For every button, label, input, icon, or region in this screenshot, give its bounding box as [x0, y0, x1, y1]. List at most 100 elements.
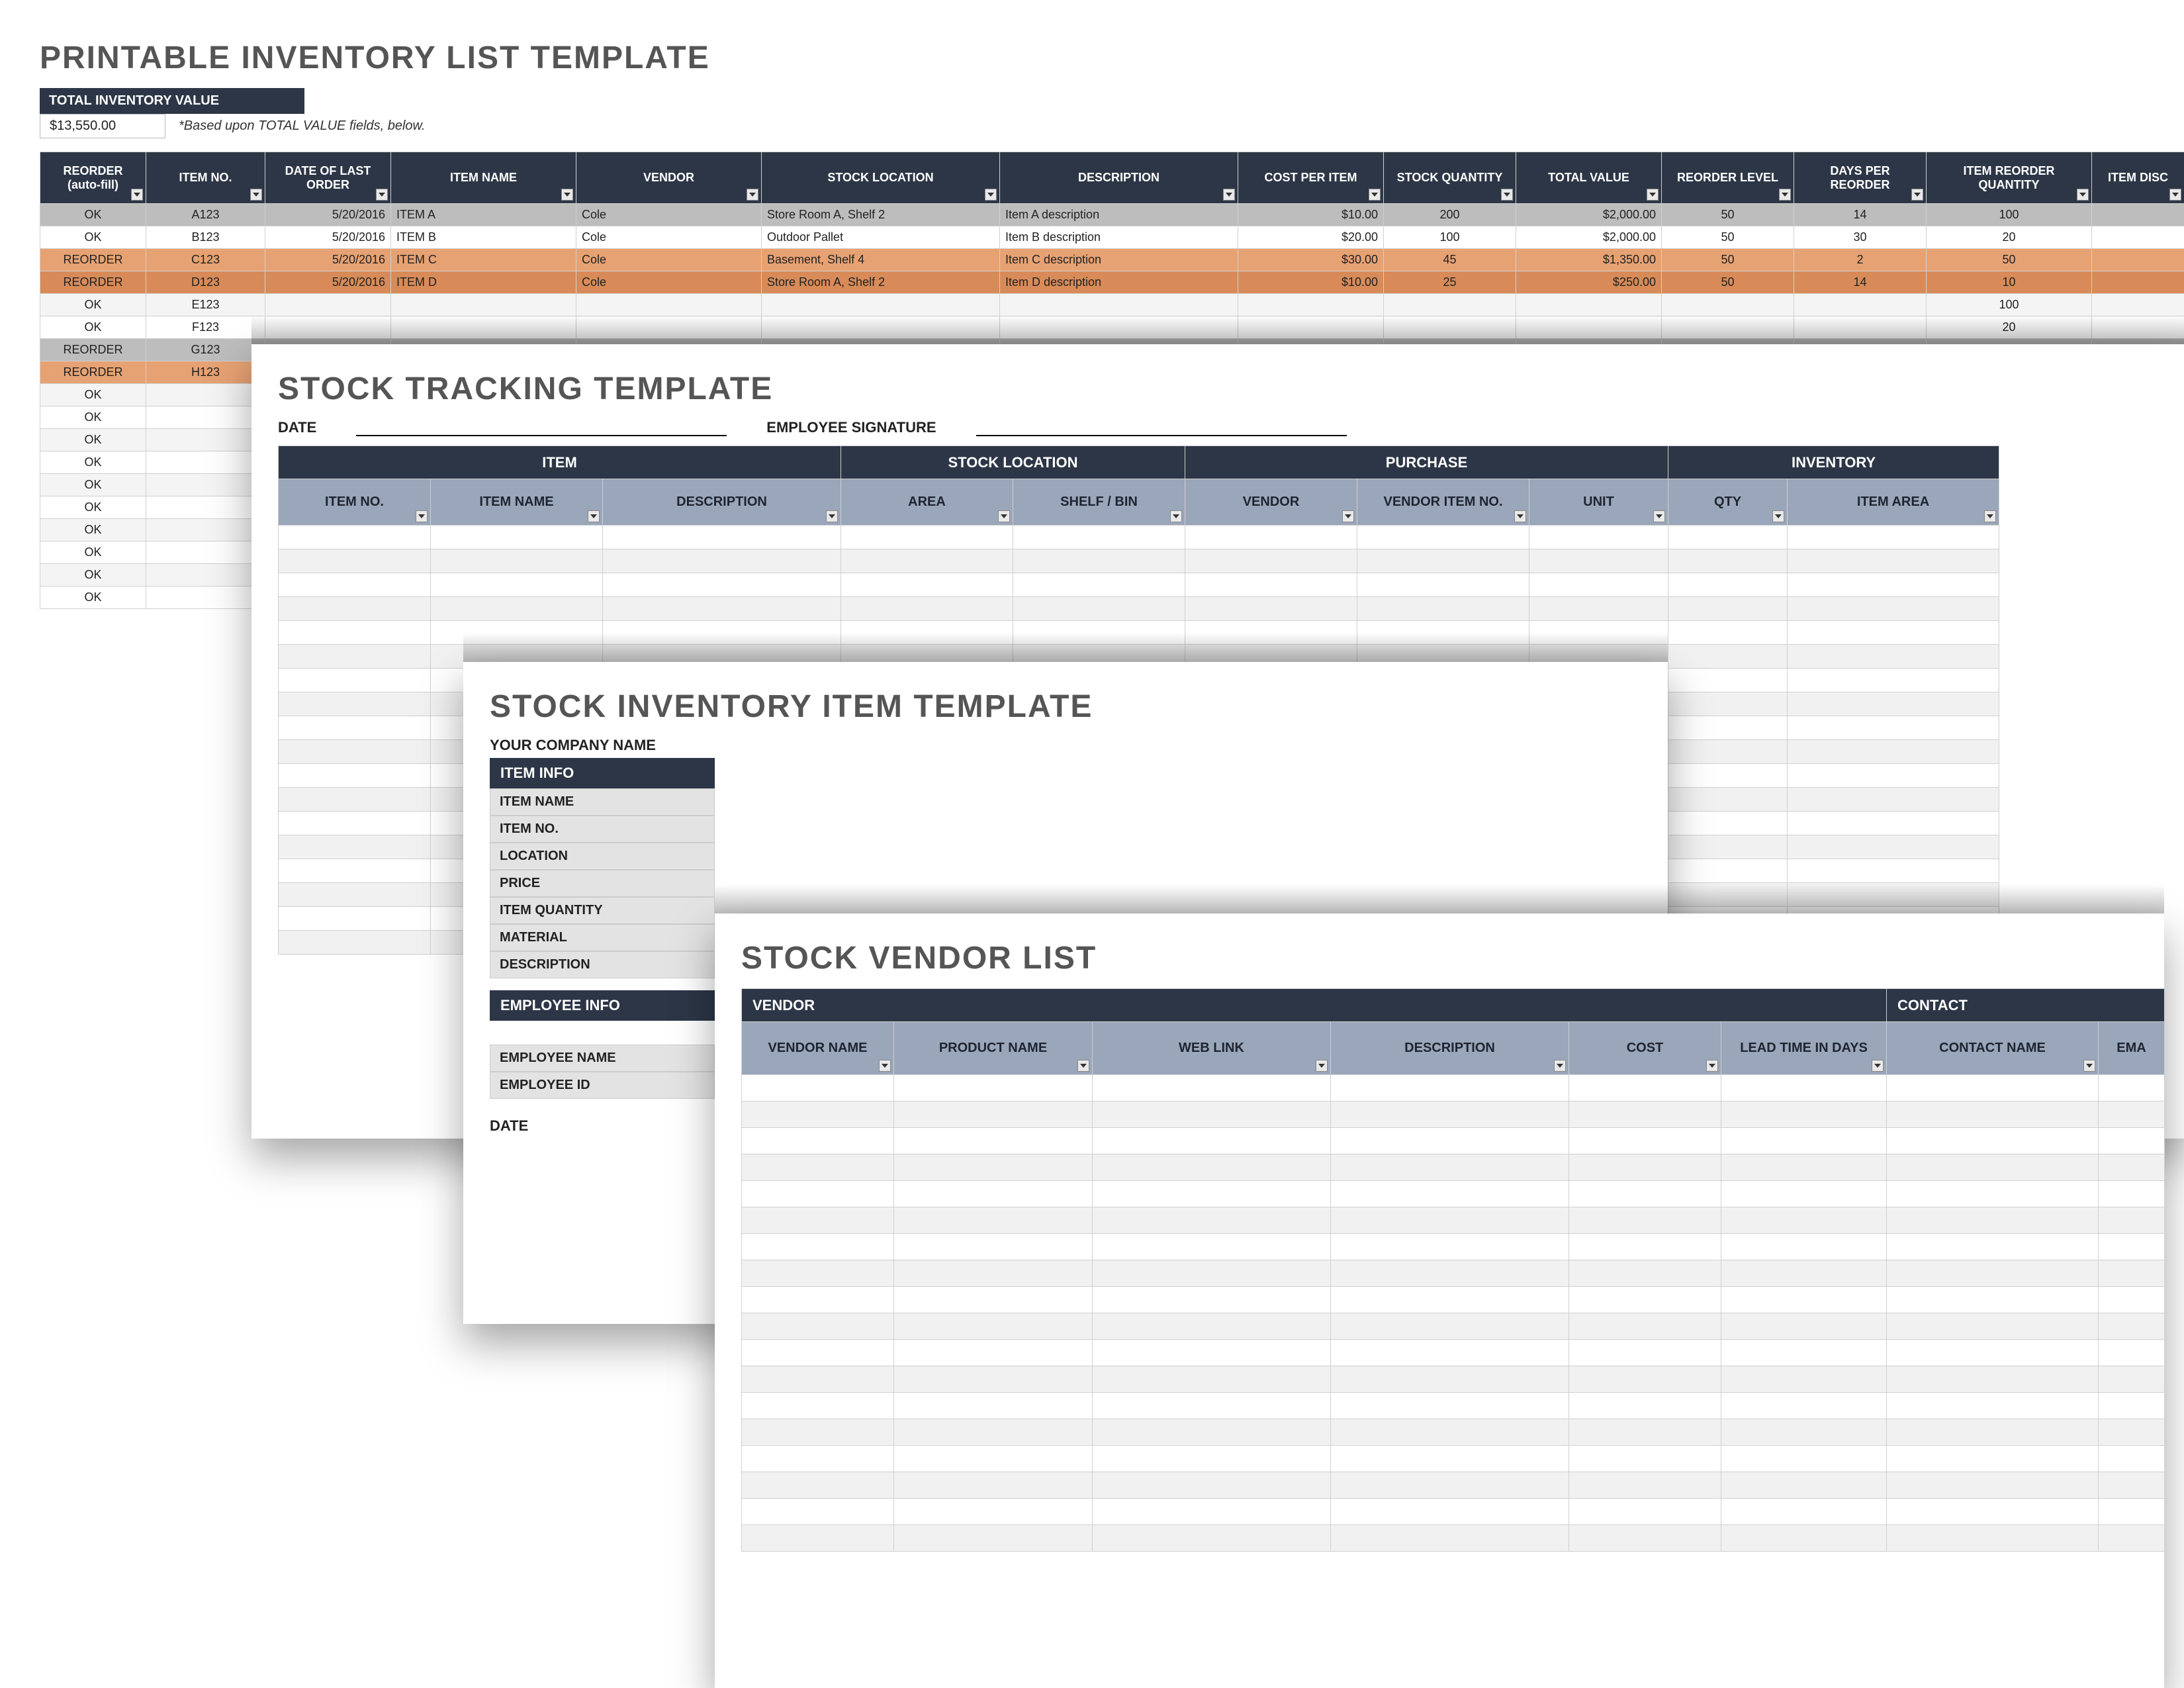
- cell[interactable]: [1093, 1472, 1331, 1499]
- cell[interactable]: [2099, 1525, 2165, 1552]
- cell[interactable]: [1887, 1419, 2099, 1446]
- cell[interactable]: [1721, 1393, 1887, 1419]
- cell[interactable]: [1788, 740, 1999, 764]
- cell[interactable]: [1887, 1340, 2099, 1366]
- cell[interactable]: [1013, 621, 1185, 645]
- cell[interactable]: [742, 1102, 894, 1128]
- cell[interactable]: [431, 573, 603, 597]
- filter-dropdown-icon[interactable]: [1342, 510, 1354, 522]
- cell[interactable]: [1357, 621, 1529, 645]
- cell[interactable]: [894, 1446, 1093, 1472]
- cell[interactable]: [762, 316, 1000, 339]
- cell[interactable]: [146, 384, 265, 406]
- filter-dropdown-icon[interactable]: [1706, 1060, 1718, 1072]
- inv-col-5[interactable]: STOCK LOCATION: [762, 152, 1000, 204]
- cell[interactable]: [894, 1419, 1093, 1446]
- cell[interactable]: [2099, 1313, 2165, 1340]
- cell[interactable]: [894, 1075, 1093, 1102]
- cell[interactable]: [1331, 1525, 1569, 1552]
- cell[interactable]: 200: [1384, 204, 1516, 226]
- cell[interactable]: [1788, 549, 1999, 573]
- cell[interactable]: [1331, 1472, 1569, 1499]
- cell[interactable]: [1721, 1260, 1887, 1287]
- filter-dropdown-icon[interactable]: [998, 510, 1010, 522]
- cell[interactable]: [742, 1499, 894, 1525]
- vendor-col-5[interactable]: LEAD TIME IN DAYS: [1721, 1022, 1887, 1075]
- cell[interactable]: [1569, 1154, 1721, 1181]
- cell[interactable]: [2099, 1102, 2165, 1128]
- cell[interactable]: [2099, 1393, 2165, 1419]
- cell[interactable]: [1013, 597, 1185, 621]
- cell[interactable]: [1331, 1313, 1569, 1340]
- cell[interactable]: Item B description: [1000, 226, 1238, 249]
- cell[interactable]: Item C description: [1000, 249, 1238, 271]
- vendor-col-6[interactable]: CONTACT NAME: [1887, 1022, 2099, 1075]
- cell[interactable]: [1721, 1234, 1887, 1260]
- cell[interactable]: [1721, 1128, 1887, 1154]
- cell[interactable]: 2: [1794, 249, 1927, 271]
- cell[interactable]: ITEM C: [391, 249, 576, 271]
- cell[interactable]: [1185, 621, 1357, 645]
- cell[interactable]: [1887, 1181, 2099, 1207]
- cell[interactable]: [2092, 226, 2184, 249]
- vendor-col-2[interactable]: WEB LINK: [1093, 1022, 1331, 1075]
- cell[interactable]: [431, 597, 603, 621]
- cell[interactable]: [576, 294, 762, 316]
- cell[interactable]: [1093, 1075, 1331, 1102]
- cell[interactable]: [1013, 573, 1185, 597]
- cell[interactable]: [1000, 316, 1238, 339]
- cell[interactable]: [1788, 788, 1999, 812]
- cell[interactable]: [1887, 1313, 2099, 1340]
- cell[interactable]: 50: [1662, 204, 1794, 226]
- cell[interactable]: Item A description: [1000, 204, 1238, 226]
- cell[interactable]: OK: [40, 294, 146, 316]
- cell[interactable]: [1721, 1525, 1887, 1552]
- cell[interactable]: [1668, 549, 1788, 573]
- cell[interactable]: 50: [1927, 249, 2092, 271]
- track-col-1[interactable]: ITEM NAME: [431, 479, 603, 526]
- cell[interactable]: [279, 883, 431, 907]
- cell[interactable]: [265, 294, 391, 316]
- cell[interactable]: [1721, 1102, 1887, 1128]
- cell[interactable]: [1357, 549, 1529, 573]
- cell[interactable]: [1788, 669, 1999, 692]
- filter-dropdown-icon[interactable]: [1653, 510, 1665, 522]
- cell[interactable]: [603, 573, 841, 597]
- cell[interactable]: [1357, 573, 1529, 597]
- filter-dropdown-icon[interactable]: [1554, 1060, 1566, 1072]
- cell[interactable]: [1185, 549, 1357, 573]
- cell[interactable]: 50: [1662, 249, 1794, 271]
- cell[interactable]: [279, 526, 431, 549]
- cell[interactable]: C123: [146, 249, 265, 271]
- cell[interactable]: [1569, 1446, 1721, 1472]
- cell[interactable]: [894, 1313, 1093, 1340]
- cell[interactable]: [1721, 1340, 1887, 1366]
- cell[interactable]: [1721, 1207, 1887, 1234]
- cell[interactable]: [1093, 1154, 1331, 1181]
- inv-col-3[interactable]: ITEM NAME: [391, 152, 576, 204]
- cell[interactable]: [1887, 1260, 2099, 1287]
- cell[interactable]: [603, 597, 841, 621]
- inv-col-9[interactable]: TOTAL VALUE: [1516, 152, 1662, 204]
- inv-col-13[interactable]: ITEM DISC: [2092, 152, 2184, 204]
- cell[interactable]: 50: [1662, 271, 1794, 294]
- cell[interactable]: [1569, 1260, 1721, 1287]
- cell[interactable]: REORDER: [40, 271, 146, 294]
- cell[interactable]: $30.00: [1238, 249, 1384, 271]
- cell[interactable]: [1668, 621, 1788, 645]
- cell[interactable]: 100: [1384, 226, 1516, 249]
- cell[interactable]: [603, 526, 841, 549]
- track-col-3[interactable]: AREA: [841, 479, 1013, 526]
- cell[interactable]: [742, 1525, 894, 1552]
- cell[interactable]: [1569, 1181, 1721, 1207]
- cell[interactable]: 45: [1384, 249, 1516, 271]
- filter-dropdown-icon[interactable]: [2083, 1060, 2095, 1072]
- cell[interactable]: 10: [1927, 271, 2092, 294]
- cell[interactable]: [1516, 294, 1662, 316]
- cell[interactable]: Cole: [576, 271, 762, 294]
- cell[interactable]: [742, 1075, 894, 1102]
- cell[interactable]: ITEM D: [391, 271, 576, 294]
- cell[interactable]: [1569, 1102, 1721, 1128]
- filter-dropdown-icon[interactable]: [1223, 189, 1235, 201]
- cell[interactable]: [1093, 1419, 1331, 1446]
